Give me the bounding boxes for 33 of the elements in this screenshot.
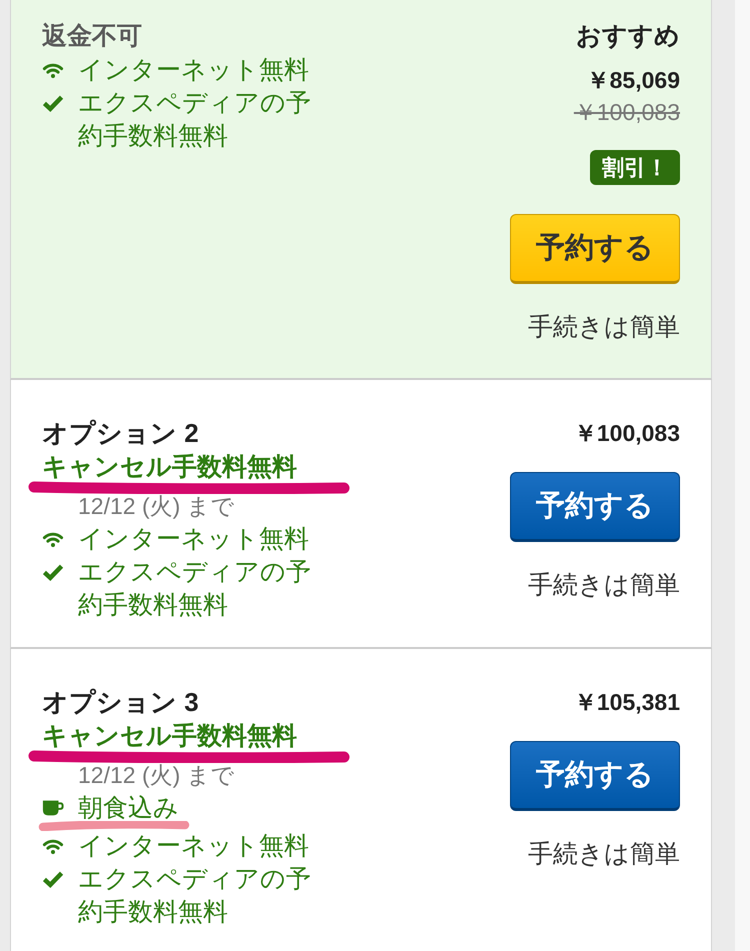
feature-text: 朝食込み: [78, 793, 179, 824]
check-icon: [42, 94, 64, 112]
book-button[interactable]: 予約する: [510, 741, 680, 811]
check-icon: [42, 870, 64, 888]
check-icon: [42, 563, 64, 581]
feature-text: エクスペディアの予約手数料無料: [78, 864, 312, 928]
policy-text: 返金不可: [42, 21, 142, 52]
feature-text: インターネット無料: [78, 524, 309, 555]
policy-text: キャンセル手数料無料: [42, 452, 297, 482]
deadline-text: 12/12 (火) まで: [78, 494, 235, 518]
note-text: 手続きは簡単: [528, 313, 680, 341]
policy-text: キャンセル手数料無料: [42, 721, 297, 751]
price-text: ￥100,083: [574, 419, 680, 448]
feature-text: エクスペディアの予約手数料無料: [78, 557, 312, 621]
option-title: オプション 2: [42, 417, 199, 450]
recommended-label: おすすめ: [576, 21, 680, 52]
price-text: ￥85,069: [586, 66, 680, 95]
discount-badge: 割引！: [590, 150, 680, 185]
note-text: 手続きは簡単: [528, 571, 680, 599]
feature-text: エクスペディアの予約手数料無料: [78, 88, 312, 152]
note-text: 手続きは簡単: [528, 840, 680, 868]
price-text: ￥105,381: [574, 688, 680, 717]
book-button[interactable]: 予約する: [510, 472, 680, 542]
feature-text: インターネット無料: [78, 55, 309, 86]
deadline-text: 12/12 (火) まで: [78, 763, 235, 787]
wifi-icon: [42, 837, 64, 855]
cup-icon: [42, 799, 64, 817]
original-price: ￥100,083: [574, 98, 680, 127]
wifi-icon: [42, 530, 64, 548]
option-title: オプション 3: [42, 686, 199, 719]
wifi-icon: [42, 61, 64, 79]
book-button[interactable]: 予約する: [510, 214, 680, 284]
feature-text: インターネット無料: [78, 831, 309, 862]
